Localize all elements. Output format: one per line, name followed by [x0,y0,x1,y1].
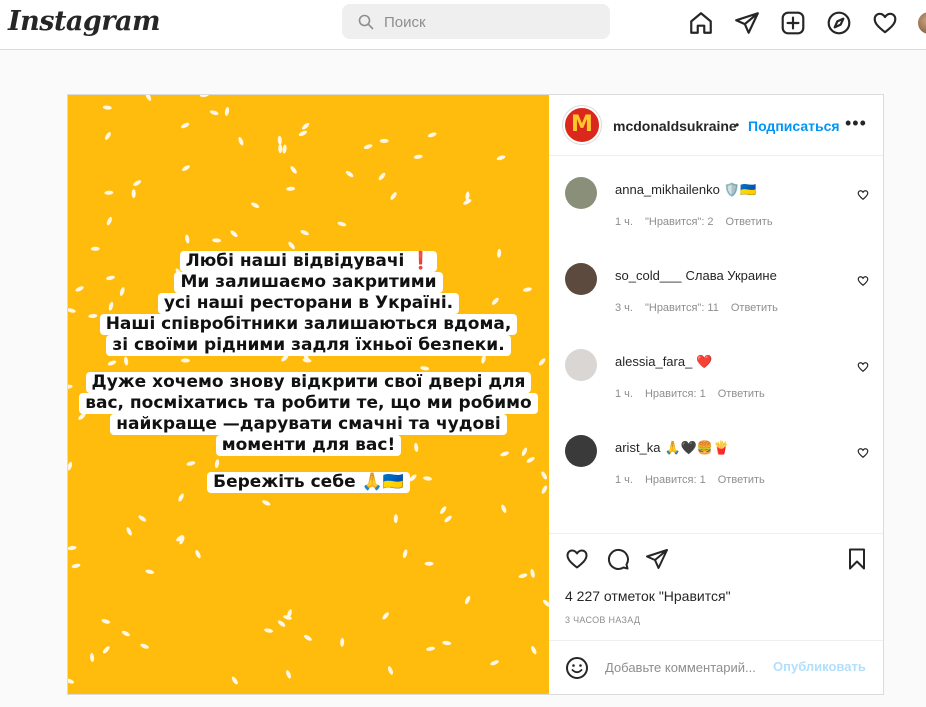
search-icon [358,14,374,30]
reply-button[interactable]: Ответить [731,302,778,314]
commenter-avatar[interactable] [565,349,597,381]
header-separator: • [735,118,740,132]
comment-text: 🙏🖤🍔🍟 [664,440,730,455]
likes-count[interactable]: 4 227 отметок "Нравится" [565,588,731,604]
comment-item: anna_mikhailenko 🛡️🇺🇦 1 ч. "Нравится": 2 Отв… [549,157,883,237]
comment-time: 1 ч. [615,474,633,486]
emoji-icon[interactable] [565,656,589,680]
post-image: Любі наші відвідувачі ❗ Ми залишаємо закр… [68,95,549,694]
post-sidebar: M mcdonaldsukraine • Подписаться ••• ann… [549,95,883,694]
instagram-logo[interactable]: Instagram [8,6,161,37]
comment-text: Слава Украине [685,268,777,283]
save-bookmark-icon[interactable] [845,547,869,571]
image-text-group: Бережіть себе 🙏🇺🇦 [68,472,549,493]
comment-like-heart-icon[interactable] [857,275,869,287]
comment-text: 🛡️🇺🇦 [723,182,757,197]
profile-avatar[interactable] [918,12,926,34]
mcdonalds-logo-icon: M [571,112,593,137]
direct-send-icon[interactable] [734,10,760,36]
commenter-avatar[interactable] [565,177,597,209]
commenter-avatar[interactable] [565,435,597,467]
image-text-line: усі наші ресторани в Україні. [157,293,460,314]
image-text-line: зі своїми рідними задля їхньої безпеки. [106,335,511,356]
reply-button[interactable]: Ответить [726,216,773,228]
commenter-username[interactable]: alessia_fara_ [615,354,692,369]
comment-input[interactable] [605,657,771,677]
post-image-text: Любі наші відвідувачі ❗ Ми залишаємо закр… [68,251,549,509]
image-text-line: Ми залишаємо закритими [174,272,443,293]
search-input[interactable] [384,10,594,34]
comments-list[interactable]: anna_mikhailenko 🛡️🇺🇦 1 ч. "Нравится": 2 Отв… [549,157,883,533]
comment-time: 3 ч. [615,302,633,314]
activity-heart-icon[interactable] [872,10,898,36]
post-header: M mcdonaldsukraine • Подписаться ••• [549,95,883,156]
image-text-group: Дуже хочемо знову відкрити свої двері дл… [68,372,549,456]
image-text-line: вас, посміхатись та робити те, що ми роб… [79,393,538,414]
image-text-group: Любі наші відвідувачі ❗ Ми залишаємо закр… [68,251,549,356]
comment-item: arist_ka 🙏🖤🍔🍟 1 ч. Нравится: 1 Ответить [549,415,883,495]
image-text-line: найкраще —дарувати смачні та чудові [110,414,507,435]
image-text-line: Наші співробітники залишаються вдома, [99,314,518,335]
comment-like-heart-icon[interactable] [857,361,869,373]
comment-icon[interactable] [606,547,630,571]
add-comment-bar: Опубликовать [549,640,883,694]
image-text-line: Бережіть себе 🙏🇺🇦 [207,472,410,493]
post-card: Любі наші відвідувачі ❗ Ми залишаємо закр… [67,94,884,695]
comment-likes[interactable]: Нравится: 1 [645,388,706,400]
comment-likes[interactable]: "Нравится": 11 [645,302,719,314]
explore-compass-icon[interactable] [826,10,852,36]
home-icon[interactable] [688,10,714,36]
like-heart-icon[interactable] [565,547,589,571]
commenter-username[interactable]: arist_ka [615,440,661,455]
image-text-line: моменти для вас! [215,435,402,456]
comment-item: so_cold___ Слава Украине 3 ч. "Нравится": 1… [549,243,883,323]
publish-button[interactable]: Опубликовать [773,659,866,674]
comment-likes[interactable]: Нравится: 1 [645,474,706,486]
author-avatar[interactable]: M [563,106,601,144]
post-timestamp: 3 ЧАСОВ НАЗАД [565,615,641,625]
follow-button[interactable]: Подписаться [748,118,840,134]
commenter-username[interactable]: so_cold___ [615,268,682,283]
comment-likes[interactable]: "Нравится": 2 [645,216,714,228]
image-text-line: Любі наші відвідувачі ❗ [179,251,438,272]
comment-like-heart-icon[interactable] [857,447,869,459]
more-options-button[interactable]: ••• [845,113,867,134]
commenter-avatar[interactable] [565,263,597,295]
actions-divider [549,533,883,534]
top-navigation-bar: Instagram [0,0,926,50]
new-post-icon[interactable] [780,10,806,36]
commenter-username[interactable]: anna_mikhailenko [615,182,720,197]
share-send-icon[interactable] [645,547,669,571]
reply-button[interactable]: Ответить [718,388,765,400]
reply-button[interactable]: Ответить [718,474,765,486]
comment-text: ❤️ [696,354,713,369]
comment-like-heart-icon[interactable] [857,189,869,201]
comment-time: 1 ч. [615,388,633,400]
author-username[interactable]: mcdonaldsukraine [613,118,737,134]
comment-time: 1 ч. [615,216,633,228]
image-text-line: Дуже хочемо знову відкрити свої двері дл… [85,372,532,393]
comment-item: alessia_fara_ ❤️ 1 ч. Нравится: 1 Ответить [549,329,883,409]
search-box[interactable] [342,4,610,39]
